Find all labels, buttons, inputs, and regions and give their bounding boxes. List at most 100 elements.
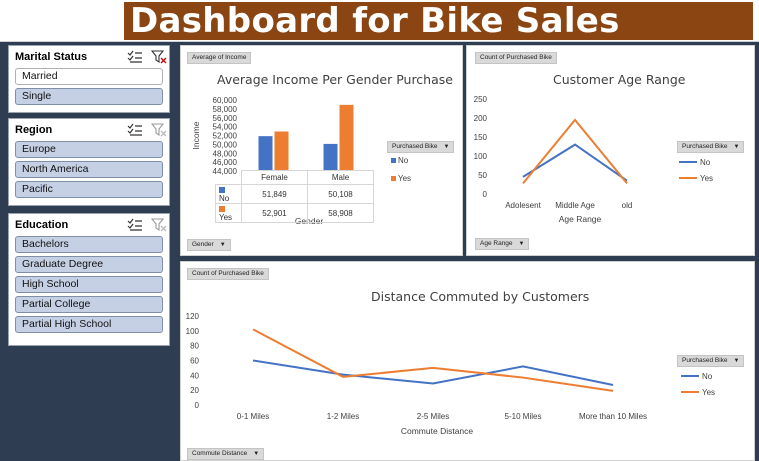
slicer-item-high-school[interactable]: High School bbox=[15, 276, 163, 293]
filter-button-label: Commute Distance bbox=[192, 450, 248, 457]
row-label: No bbox=[219, 194, 230, 203]
y-tick-label: 54,000 bbox=[213, 123, 238, 132]
y-tick-label: 52,000 bbox=[213, 132, 238, 141]
legend-button-label: Purchased Bike bbox=[682, 143, 728, 150]
y-tick-label: 56,000 bbox=[213, 114, 238, 123]
slicer-item-pacific[interactable]: Pacific bbox=[15, 181, 163, 198]
legend-label-yes: Yes bbox=[702, 388, 715, 397]
y-tick-label: 60,000 bbox=[213, 96, 238, 105]
filter-button-label: Age Range bbox=[480, 240, 513, 247]
y-axis-title: Income bbox=[191, 121, 201, 149]
multi-select-icon[interactable] bbox=[127, 123, 143, 137]
slicer-item-partial-high-school[interactable]: Partial High School bbox=[15, 316, 163, 333]
table-header: Male bbox=[307, 170, 374, 185]
dropdown-arrow-icon: ▼ bbox=[733, 144, 740, 150]
slicer-item-north-america[interactable]: North America bbox=[15, 161, 163, 178]
series-line-yes bbox=[252, 328, 614, 392]
slicer-title: Region bbox=[15, 124, 53, 136]
dashboard-title: Dashboard for Bike Sales bbox=[124, 2, 753, 40]
legend-label-yes: Yes bbox=[398, 174, 411, 183]
table-corner-cell bbox=[216, 171, 242, 185]
legend-swatch-no bbox=[391, 158, 396, 163]
legend-button-purchased-bike[interactable]: Purchased Bike ▼ bbox=[387, 141, 455, 153]
table-row-label: Yes bbox=[215, 203, 242, 223]
table-cell: 58,908 bbox=[307, 203, 374, 223]
slicer-item-partial-college[interactable]: Partial College bbox=[15, 296, 163, 313]
filter-button-gender[interactable]: Gender ▼ bbox=[187, 239, 231, 251]
slicer-education: Education Bachelors Graduate Degree High… bbox=[8, 213, 170, 346]
table-cell: 50,108 bbox=[307, 184, 374, 204]
x-tick-label: More than 10 Miles bbox=[579, 412, 647, 421]
y-tick-label: 50,000 bbox=[213, 140, 238, 149]
series-line-yes bbox=[522, 118, 628, 184]
legend-label-no: No bbox=[398, 156, 409, 165]
y-tick-label: 20 bbox=[190, 386, 199, 395]
bar-no-female bbox=[258, 136, 273, 171]
slicer-item-bachelors[interactable]: Bachelors bbox=[15, 236, 163, 253]
clear-filter-icon[interactable] bbox=[151, 218, 167, 232]
table-row: Yes 52,901 58,908 bbox=[215, 203, 374, 223]
filter-button-label: Gender bbox=[192, 241, 214, 248]
table-header-row: Female Male bbox=[216, 170, 374, 185]
multi-select-icon[interactable] bbox=[127, 218, 143, 232]
y-tick-label: 80 bbox=[190, 342, 199, 351]
x-tick-label: Middle Age bbox=[555, 201, 595, 210]
bar-yes-female bbox=[274, 131, 289, 171]
x-tick-label: old bbox=[622, 201, 633, 210]
y-tick-label: 150 bbox=[474, 133, 488, 142]
dropdown-arrow-icon: ▼ bbox=[518, 241, 525, 247]
filter-button-commute-distance[interactable]: Commute Distance ▼ bbox=[187, 448, 265, 460]
table-row-label: No bbox=[215, 184, 242, 204]
filter-button-age-range[interactable]: Age Range ▼ bbox=[475, 238, 530, 250]
table-cell: 52,901 bbox=[241, 203, 308, 223]
legend-button-purchased-bike[interactable]: Purchased Bike ▼ bbox=[677, 355, 745, 367]
y-tick-label: 0 bbox=[195, 401, 200, 410]
y-tick-label: 58,000 bbox=[213, 105, 238, 114]
dropdown-arrow-icon: ▼ bbox=[443, 144, 450, 150]
y-tick-label: 250 bbox=[474, 95, 488, 104]
y-tick-label: 100 bbox=[474, 152, 488, 161]
x-tick-label: 0-1 Miles bbox=[237, 412, 269, 421]
series-line-no bbox=[252, 359, 614, 386]
slicer-marital-status: Marital Status Married Single bbox=[8, 45, 170, 113]
x-tick-label: 2-5 Miles bbox=[417, 412, 449, 421]
x-axis-title: Age Range bbox=[559, 214, 602, 224]
distance-chart-panel: Count of Purchased Bike Distance Commute… bbox=[180, 261, 755, 461]
x-axis-title: Commute Distance bbox=[401, 426, 474, 436]
series-line-no bbox=[522, 143, 628, 182]
slicer-region: Region Europe North America Pacific bbox=[8, 118, 170, 206]
age-chart-panel: Count of Purchased Bike Customer Age Ran… bbox=[466, 45, 755, 256]
y-tick-label: 0 bbox=[483, 190, 488, 199]
y-tick-label: 40 bbox=[190, 371, 199, 380]
y-tick-label: 100 bbox=[186, 327, 200, 336]
legend-button-purchased-bike[interactable]: Purchased Bike ▼ bbox=[677, 141, 745, 153]
slicer-title: Education bbox=[15, 219, 69, 231]
legend-label-no: No bbox=[700, 158, 711, 167]
legend-label-yes: Yes bbox=[700, 174, 713, 183]
row-label: Yes bbox=[219, 213, 233, 222]
y-tick-label: 50 bbox=[478, 171, 487, 180]
y-tick-label: 200 bbox=[474, 114, 488, 123]
legend-swatch-yes bbox=[391, 176, 396, 181]
x-tick-label: Adolesent bbox=[505, 201, 541, 210]
slicer-item-europe[interactable]: Europe bbox=[15, 141, 163, 158]
legend-label-no: No bbox=[702, 372, 713, 381]
slicer-item-married[interactable]: Married bbox=[15, 68, 163, 85]
dashboard-header: Dashboard for Bike Sales bbox=[0, 0, 759, 42]
table-cell: 51,849 bbox=[241, 184, 308, 204]
x-tick-label: 1-2 Miles bbox=[327, 412, 359, 421]
legend-swatch-no bbox=[219, 186, 225, 193]
bar-no-male bbox=[323, 143, 338, 171]
slicer-item-graduate-degree[interactable]: Graduate Degree bbox=[15, 256, 163, 273]
multi-select-icon[interactable] bbox=[127, 50, 143, 64]
dropdown-arrow-icon: ▼ bbox=[219, 242, 226, 248]
y-tick-label: 46,000 bbox=[213, 158, 238, 167]
slicer-title: Marital Status bbox=[15, 51, 88, 63]
legend-swatch-yes bbox=[219, 205, 225, 212]
income-data-table: Female Male No 51,849 50,108 Yes 52,901 … bbox=[215, 170, 374, 223]
x-tick-label: 5-10 Miles bbox=[505, 412, 542, 421]
slicer-item-single[interactable]: Single bbox=[15, 88, 163, 105]
clear-filter-icon[interactable] bbox=[151, 50, 167, 64]
income-chart-panel: Average of Income Average Income Per Gen… bbox=[180, 45, 463, 256]
clear-filter-icon[interactable] bbox=[151, 123, 167, 137]
